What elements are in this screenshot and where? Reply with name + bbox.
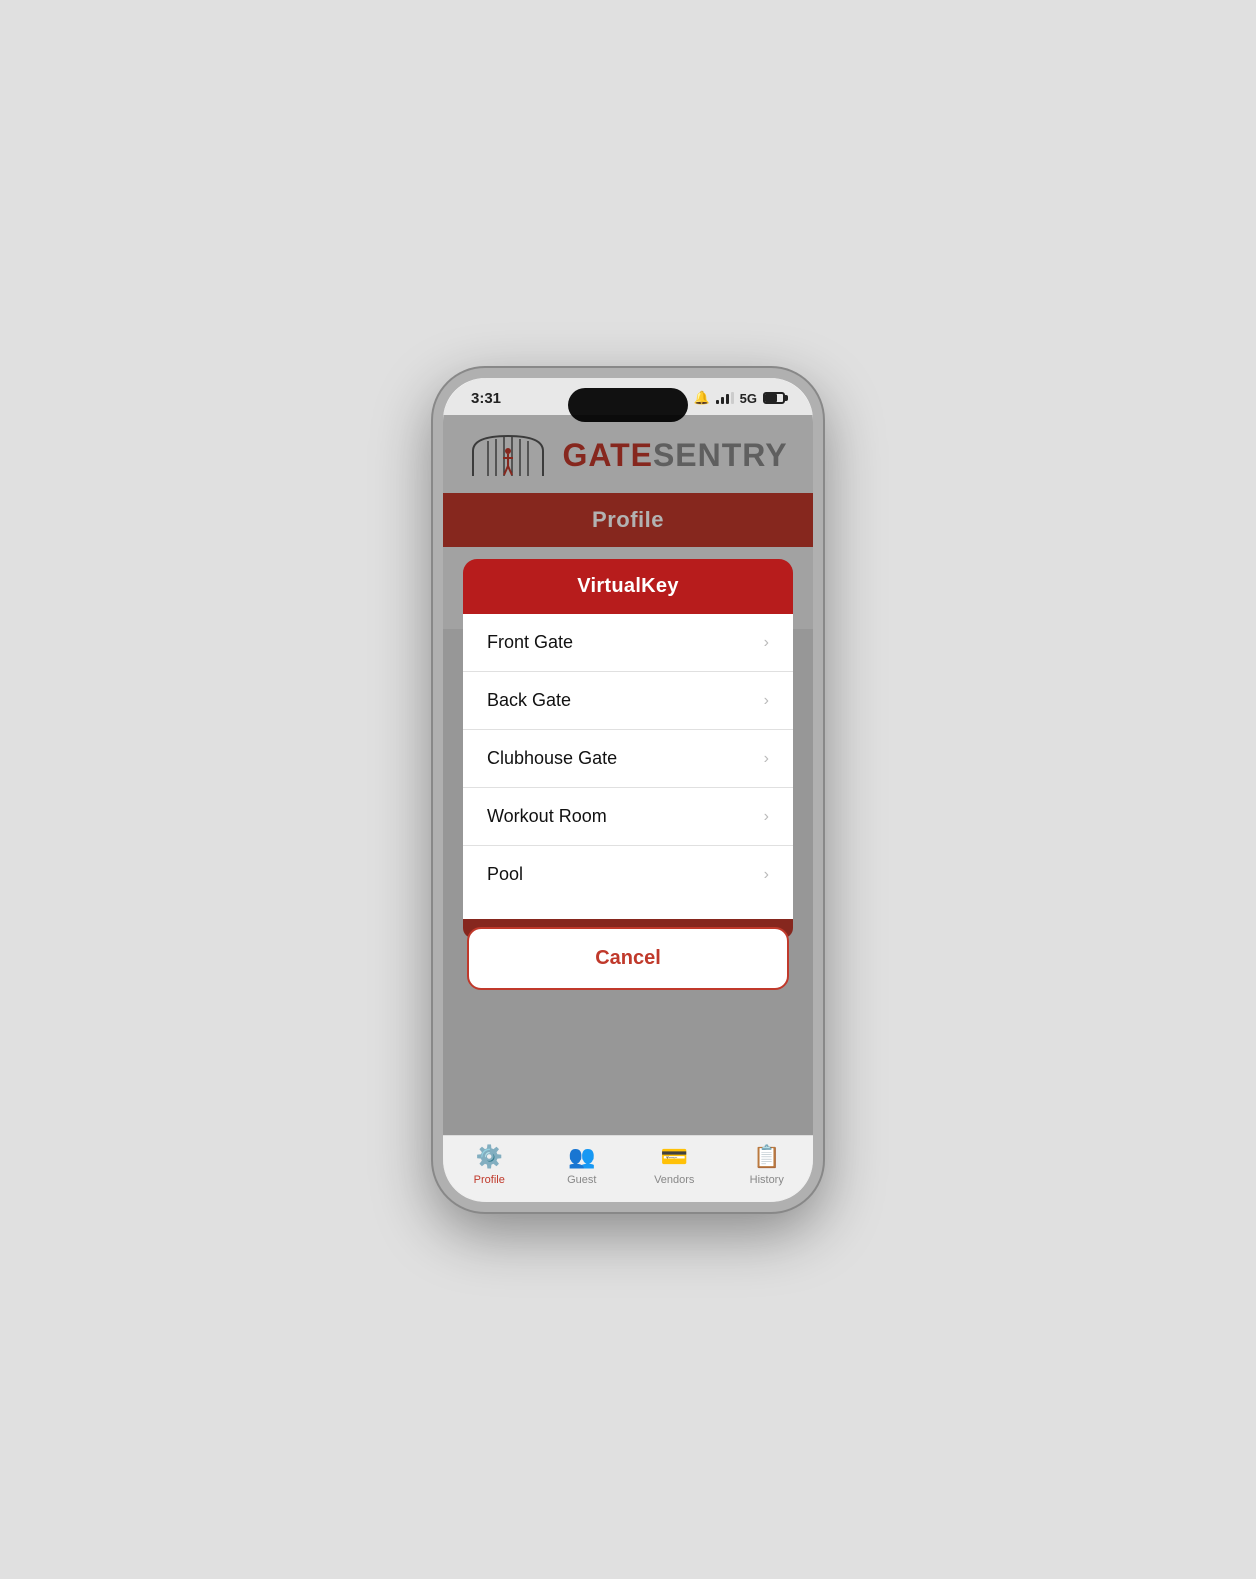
status-time: 3:31: [471, 390, 501, 407]
vendors-nav-icon: 💳: [661, 1144, 688, 1170]
nav-label-history: History: [750, 1174, 784, 1186]
phone-screen: 3:31 🔔 5G: [443, 378, 813, 1202]
modal-items-list: Front Gate › Back Gate › Clubhouse Gate …: [463, 614, 793, 919]
nav-item-profile[interactable]: ⚙️ Profile: [443, 1144, 536, 1186]
signal-bar-3: [726, 394, 729, 404]
app-content: GATESENTRY Profile Miller, Jack 1234 Wil…: [443, 415, 813, 1135]
modal-spacer: [463, 903, 793, 919]
signal-bar-1: [716, 400, 719, 404]
modal-cancel-wrap: Cancel: [463, 919, 793, 990]
virtualkey-modal: VirtualKey Front Gate › Back Gate ›: [463, 559, 793, 990]
modal-item-label-workout-room: Workout Room: [487, 806, 607, 827]
nav-label-profile: Profile: [474, 1174, 505, 1186]
chevron-right-icon-front-gate: ›: [764, 634, 769, 652]
bottom-navigation: ⚙️ Profile 👥 Guest 💳 Vendors 📋: [443, 1135, 813, 1202]
modal-item-label-pool: Pool: [487, 864, 523, 885]
nav-label-guest: Guest: [567, 1174, 596, 1186]
chevron-right-icon-pool: ›: [764, 866, 769, 884]
nav-label-vendors: Vendors: [654, 1174, 694, 1186]
modal-title: VirtualKey: [577, 575, 679, 597]
modal-item-front-gate[interactable]: Front Gate ›: [463, 614, 793, 672]
modal-item-label-front-gate: Front Gate: [487, 632, 573, 653]
guest-nav-icon: 👥: [568, 1144, 595, 1170]
nav-item-guest[interactable]: 👥 Guest: [536, 1144, 629, 1186]
modal-item-workout-room[interactable]: Workout Room ›: [463, 788, 793, 846]
signal-bars: [716, 392, 734, 404]
cancel-label: Cancel: [595, 947, 661, 969]
modal-item-label-clubhouse-gate: Clubhouse Gate: [487, 748, 617, 769]
modal-title-bar: VirtualKey: [463, 559, 793, 614]
modal-overlay: VirtualKey Front Gate › Back Gate ›: [443, 415, 813, 1135]
status-right: 🔔 5G: [693, 390, 785, 406]
nav-item-history[interactable]: 📋 History: [721, 1144, 814, 1186]
modal-item-back-gate[interactable]: Back Gate ›: [463, 672, 793, 730]
modal-item-pool[interactable]: Pool ›: [463, 846, 793, 903]
signal-bar-2: [721, 397, 724, 404]
chevron-right-icon-workout-room: ›: [764, 808, 769, 826]
chevron-right-icon-back-gate: ›: [764, 692, 769, 710]
cancel-button[interactable]: Cancel: [467, 927, 789, 990]
chevron-right-icon-clubhouse-gate: ›: [764, 750, 769, 768]
battery-icon: [763, 392, 785, 404]
signal-bar-4: [731, 392, 734, 404]
history-nav-icon: 📋: [753, 1144, 780, 1170]
phone-frame: 3:31 🔔 5G: [433, 368, 823, 1212]
profile-nav-icon: ⚙️: [476, 1144, 503, 1170]
nav-item-vendors[interactable]: 💳 Vendors: [628, 1144, 721, 1186]
network-type: 5G: [740, 391, 757, 406]
modal-item-label-back-gate: Back Gate: [487, 690, 571, 711]
modal-item-clubhouse-gate[interactable]: Clubhouse Gate ›: [463, 730, 793, 788]
battery-fill: [765, 394, 777, 402]
notification-bell-icon: 🔔: [693, 390, 709, 406]
